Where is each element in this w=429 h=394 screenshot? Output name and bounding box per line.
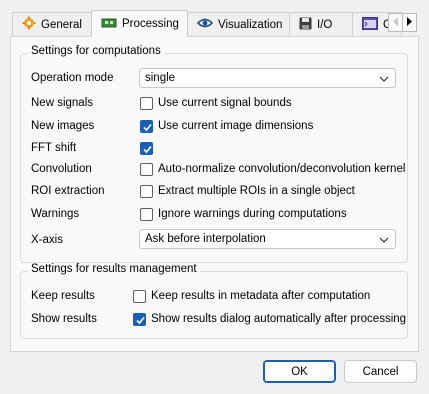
show-results-text: Show results dialog automatically after … [151,313,407,325]
checkmark-icon [143,145,152,154]
checkmark-icon [143,123,152,132]
show-results-label: Show results [31,313,97,325]
tab-general-label: General [41,18,82,31]
cancel-button[interactable]: Cancel [344,360,417,383]
tab-scroll-left-button[interactable] [388,13,403,32]
tab-bar: General Processing Visualization I/O C [0,0,429,37]
new-images-label: New images [31,120,95,132]
convolution-label: Convolution [31,163,92,175]
keep-results-text: Keep results in metadata after computati… [151,290,371,302]
warnings-label: Warnings [31,208,80,220]
tab-io[interactable]: I/O [289,12,353,36]
convolution-text: Auto-normalize convolution/deconvolution… [158,163,406,175]
results-group-title: Settings for results management [28,263,200,275]
new-signals-checkbox[interactable] [140,97,153,110]
x-axis-label: X-axis [31,234,63,246]
floppy-disk-icon [299,17,312,33]
chevron-down-icon [379,235,389,247]
warnings-text: Ignore warnings during computations [158,208,347,220]
convolution-checkbox[interactable] [140,163,153,176]
new-signals-text: Use current signal bounds [158,97,292,109]
ok-button[interactable]: OK [263,360,336,383]
keep-results-label: Keep results [31,290,95,302]
eye-icon [196,17,214,32]
operation-mode-value: single [145,72,176,84]
chevron-left-icon [392,16,399,29]
show-results-checkbox[interactable] [133,313,146,326]
roi-extraction-checkbox[interactable] [140,185,153,198]
tab-processing[interactable]: Processing [91,10,188,37]
tab-general[interactable]: General [12,12,92,36]
console-icon [362,16,378,33]
processing-panel: Settings for computations Operation mode… [10,36,419,352]
chevron-right-icon [406,16,413,29]
roi-extraction-text: Extract multiple ROIs in a single object [158,185,355,197]
keep-results-checkbox[interactable] [133,290,146,303]
tab-scroll-right-button[interactable] [402,13,417,32]
fft-shift-checkbox[interactable] [140,142,153,155]
x-axis-select[interactable]: Ask before interpolation [139,229,396,249]
checkmark-icon [136,316,145,325]
operation-mode-select[interactable]: single [139,68,396,88]
circuit-board-icon [101,17,117,32]
tab-visualization[interactable]: Visualization [187,12,290,36]
tab-processing-label: Processing [122,18,179,30]
operation-mode-label: Operation mode [31,72,114,84]
gear-icon [22,16,36,33]
x-axis-value: Ask before interpolation [145,233,266,245]
computations-group-title: Settings for computations [28,45,164,57]
fft-shift-label: FFT shift [31,142,77,154]
new-images-checkbox[interactable] [140,120,153,133]
new-signals-label: New signals [31,97,93,109]
results-group: Settings for results management [20,263,408,339]
tab-io-label: I/O [317,18,333,31]
tab-visualization-label: Visualization [218,18,283,31]
warnings-checkbox[interactable] [140,208,153,221]
chevron-down-icon [379,74,389,86]
new-images-text: Use current image dimensions [158,120,314,132]
roi-extraction-label: ROI extraction [31,185,105,197]
